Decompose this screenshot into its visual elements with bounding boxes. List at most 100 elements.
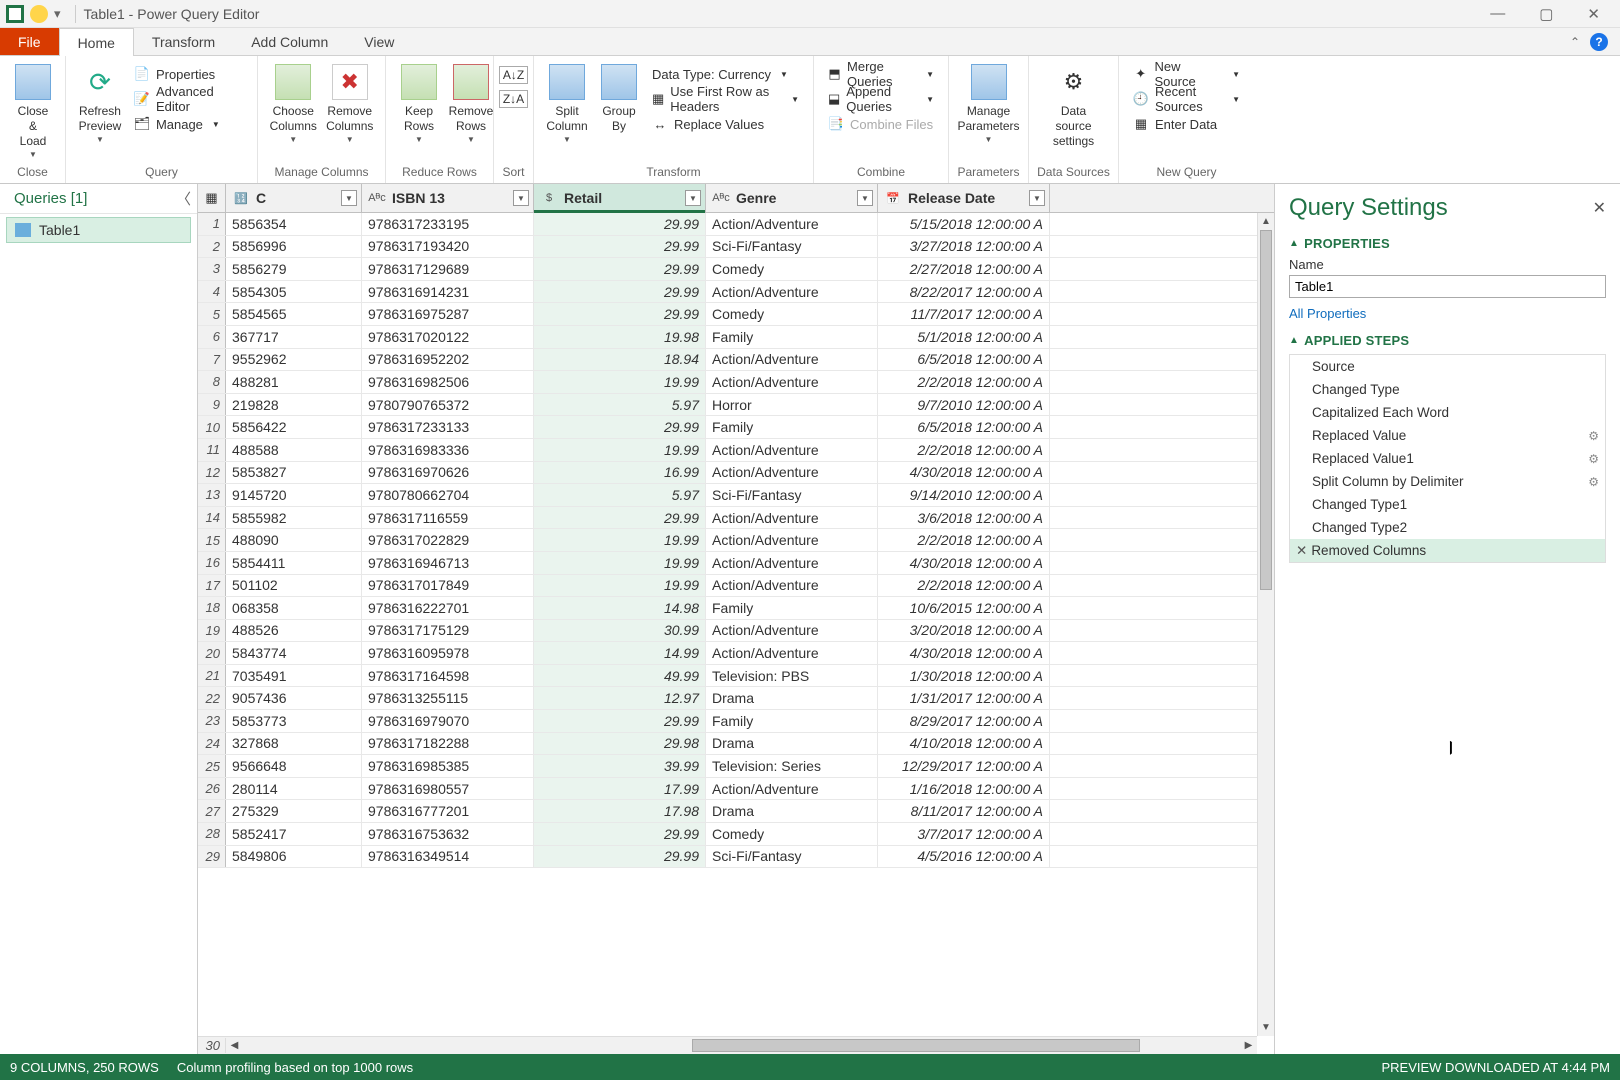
scroll-down-icon[interactable]: ▼ <box>1258 1019 1274 1036</box>
cell[interactable]: 501102 <box>226 575 362 597</box>
tab-home[interactable]: Home <box>59 28 134 56</box>
cell[interactable]: 9786317182288 <box>362 733 534 755</box>
cell[interactable]: 9786317164598 <box>362 665 534 687</box>
grid-corner[interactable]: ▦ <box>198 184 226 212</box>
cell[interactable]: Drama <box>706 800 878 822</box>
cell[interactable]: 9786316985385 <box>362 755 534 777</box>
cell[interactable]: Family <box>706 416 878 438</box>
first-row-headers-button[interactable]: ▦Use First Row as Headers▼ <box>646 87 805 111</box>
minimize-button[interactable]: — <box>1482 3 1513 25</box>
cell[interactable]: Drama <box>706 733 878 755</box>
table-row[interactable]: 35856279978631712968929.99Comedy2/27/201… <box>198 258 1274 281</box>
cell[interactable]: 5854565 <box>226 303 362 325</box>
collapse-icon[interactable]: ▲ <box>1289 335 1299 346</box>
cell[interactable]: 9786316983336 <box>362 439 534 461</box>
gear-icon[interactable]: ⚙ <box>1588 452 1599 466</box>
gear-icon[interactable]: ⚙ <box>1588 429 1599 443</box>
data-type-button[interactable]: Data Type: Currency▼ <box>646 62 805 86</box>
advanced-editor-button[interactable]: 📝Advanced Editor <box>128 87 249 111</box>
cell[interactable]: 2/2/2018 12:00:00 A <box>878 575 1050 597</box>
cell[interactable]: 5854411 <box>226 552 362 574</box>
applied-step[interactable]: Changed Type <box>1290 378 1605 401</box>
cell[interactable]: 9786316914231 <box>362 281 534 303</box>
sort-asc-button[interactable]: A↓Z <box>499 66 528 84</box>
applied-step[interactable]: ✕Removed Columns <box>1290 539 1605 562</box>
applied-step[interactable]: Changed Type2 <box>1290 516 1605 539</box>
cell[interactable]: 4/30/2018 12:00:00 A <box>878 462 1050 484</box>
cell[interactable]: 9786317017849 <box>362 575 534 597</box>
cell[interactable]: Drama <box>706 687 878 709</box>
cell[interactable]: Comedy <box>706 303 878 325</box>
table-row[interactable]: 15856354978631723319529.99Action/Adventu… <box>198 213 1274 236</box>
table-row[interactable]: 165854411978631694671319.99Action/Advent… <box>198 552 1274 575</box>
query-item-table1[interactable]: Table1 <box>6 217 191 243</box>
cell[interactable]: 29.99 <box>534 846 706 868</box>
cell[interactable]: 2/2/2018 12:00:00 A <box>878 439 1050 461</box>
close-window-button[interactable]: ✕ <box>1579 3 1608 25</box>
all-properties-link[interactable]: All Properties <box>1289 306 1366 321</box>
refresh-preview-button[interactable]: ⟳ Refresh Preview ▼ <box>74 60 126 146</box>
cell[interactable]: 5.97 <box>534 484 706 506</box>
recent-sources-button[interactable]: 🕘Recent Sources▼ <box>1127 87 1246 111</box>
cell[interactable]: 29.99 <box>534 236 706 258</box>
table-row[interactable]: 26280114978631698055717.99Action/Adventu… <box>198 778 1274 801</box>
cell[interactable]: 9786313255115 <box>362 687 534 709</box>
tab-transform[interactable]: Transform <box>134 28 233 55</box>
collapse-queries-icon[interactable]: 〈 <box>176 188 191 209</box>
cell[interactable]: Action/Adventure <box>706 620 878 642</box>
table-row[interactable]: 259566648978631698538539.99Television: S… <box>198 755 1274 778</box>
cell[interactable]: 4/10/2018 12:00:00 A <box>878 733 1050 755</box>
filter-button[interactable]: ▼ <box>685 190 701 206</box>
manage-button[interactable]: 🗂Manage▼ <box>128 112 249 136</box>
cell[interactable]: 3/27/2018 12:00:00 A <box>878 236 1050 258</box>
cell[interactable]: 12/29/2017 12:00:00 A <box>878 755 1050 777</box>
applied-step[interactable]: Source <box>1290 355 1605 378</box>
cell[interactable]: 9786317129689 <box>362 258 534 280</box>
cell[interactable]: 8/29/2017 12:00:00 A <box>878 710 1050 732</box>
cell[interactable]: 5854305 <box>226 281 362 303</box>
filter-button[interactable]: ▼ <box>513 190 529 206</box>
tab-file[interactable]: File <box>0 28 59 55</box>
table-row[interactable]: 6367717978631702012219.98Family5/1/2018 … <box>198 326 1274 349</box>
column-header-retail[interactable]: $Retail▼ <box>534 184 706 212</box>
table-row[interactable]: 217035491978631716459849.99Television: P… <box>198 665 1274 688</box>
sort-desc-button[interactable]: Z↓A <box>499 90 528 108</box>
cell[interactable]: Sci-Fi/Fantasy <box>706 846 878 868</box>
cell[interactable]: 9786317175129 <box>362 620 534 642</box>
cell[interactable]: 9786316753632 <box>362 823 534 845</box>
cell[interactable]: 9786316952202 <box>362 349 534 371</box>
cell[interactable]: 11/7/2017 12:00:00 A <box>878 303 1050 325</box>
table-row[interactable]: 205843774978631609597814.99Action/Advent… <box>198 642 1274 665</box>
cell[interactable]: 9/14/2010 12:00:00 A <box>878 484 1050 506</box>
cell[interactable]: 1/30/2018 12:00:00 A <box>878 665 1050 687</box>
applied-step[interactable]: Changed Type1 <box>1290 493 1605 516</box>
cell[interactable]: 6/5/2018 12:00:00 A <box>878 416 1050 438</box>
choose-columns-button[interactable]: Choose Columns▼ <box>266 60 321 146</box>
cell[interactable]: 9566648 <box>226 755 362 777</box>
remove-columns-button[interactable]: ✖Remove Columns▼ <box>323 60 378 146</box>
cell[interactable]: 488588 <box>226 439 362 461</box>
cell[interactable]: Action/Adventure <box>706 778 878 800</box>
cell[interactable]: 9/7/2010 12:00:00 A <box>878 394 1050 416</box>
help-button[interactable]: ? <box>1590 33 1608 51</box>
table-row[interactable]: 229057436978631325511512.97Drama1/31/201… <box>198 687 1274 710</box>
table-row[interactable]: 235853773978631697907029.99Family8/29/20… <box>198 710 1274 733</box>
horizontal-scrollbar[interactable]: 30 ◀ ▶ <box>198 1036 1257 1054</box>
column-header-release-date[interactable]: 📅Release Date▼ <box>878 184 1050 212</box>
cell[interactable]: 5.97 <box>534 394 706 416</box>
smile-icon[interactable] <box>30 5 48 23</box>
collapse-ribbon-icon[interactable]: ⌃ <box>1570 35 1580 49</box>
cell[interactable]: 29.99 <box>534 258 706 280</box>
table-row[interactable]: 18068358978631622270114.98Family10/6/201… <box>198 597 1274 620</box>
cell[interactable]: 1/31/2017 12:00:00 A <box>878 687 1050 709</box>
gear-icon[interactable]: ⚙ <box>1588 475 1599 489</box>
cell[interactable]: 9786316095978 <box>362 642 534 664</box>
tab-view[interactable]: View <box>346 28 412 55</box>
cell[interactable]: 5/1/2018 12:00:00 A <box>878 326 1050 348</box>
cell[interactable]: 10/6/2015 12:00:00 A <box>878 597 1050 619</box>
filter-button[interactable]: ▼ <box>857 190 873 206</box>
data-source-settings-button[interactable]: ⚙Data source settings <box>1037 60 1110 151</box>
cell[interactable]: 4/5/2016 12:00:00 A <box>878 846 1050 868</box>
cell[interactable]: Television: PBS <box>706 665 878 687</box>
cell[interactable]: Horror <box>706 394 878 416</box>
